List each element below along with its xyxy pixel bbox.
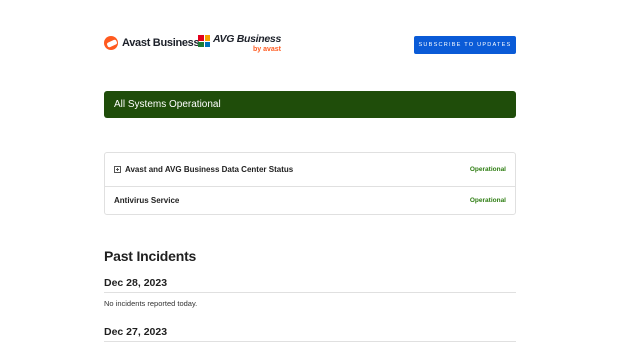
avg-logo-icon <box>198 35 210 47</box>
incident-day: Dec 27, 2023 <box>104 326 516 342</box>
avg-logo-subtext: by avast <box>252 45 281 53</box>
header: Avast Business AVG Business by avast SUB… <box>104 34 516 58</box>
avg-logo-text: AVG Business <box>213 33 281 45</box>
component-status: Operational <box>469 166 506 173</box>
avast-logo-icon <box>104 36 118 50</box>
component-row[interactable]: Avast and AVG Business Data Center Statu… <box>105 153 515 186</box>
past-incidents-title: Past Incidents <box>104 248 197 264</box>
incident-day-message: No incidents reported today. <box>104 299 198 308</box>
expand-plus-icon[interactable] <box>114 166 121 173</box>
avast-logo-text: Avast Business <box>122 37 200 49</box>
component-row: Antivirus Service Operational <box>105 186 515 214</box>
incident-day-date: Dec 28, 2023 <box>104 277 516 293</box>
component-name: Avast and AVG Business Data Center Statu… <box>125 165 294 174</box>
avast-business-logo[interactable]: Avast Business <box>104 36 200 50</box>
incident-day: Dec 28, 2023 No incidents reported today… <box>104 277 516 308</box>
status-banner: All Systems Operational <box>104 91 516 118</box>
avg-business-logo[interactable]: AVG Business by avast <box>198 34 281 53</box>
incident-day-date: Dec 27, 2023 <box>104 326 516 342</box>
component-name: Antivirus Service <box>114 196 180 205</box>
component-status: Operational <box>469 197 506 204</box>
status-banner-text: All Systems Operational <box>114 99 221 110</box>
subscribe-button[interactable]: SUBSCRIBE TO UPDATES <box>414 36 516 54</box>
components-list: Avast and AVG Business Data Center Statu… <box>104 152 516 215</box>
